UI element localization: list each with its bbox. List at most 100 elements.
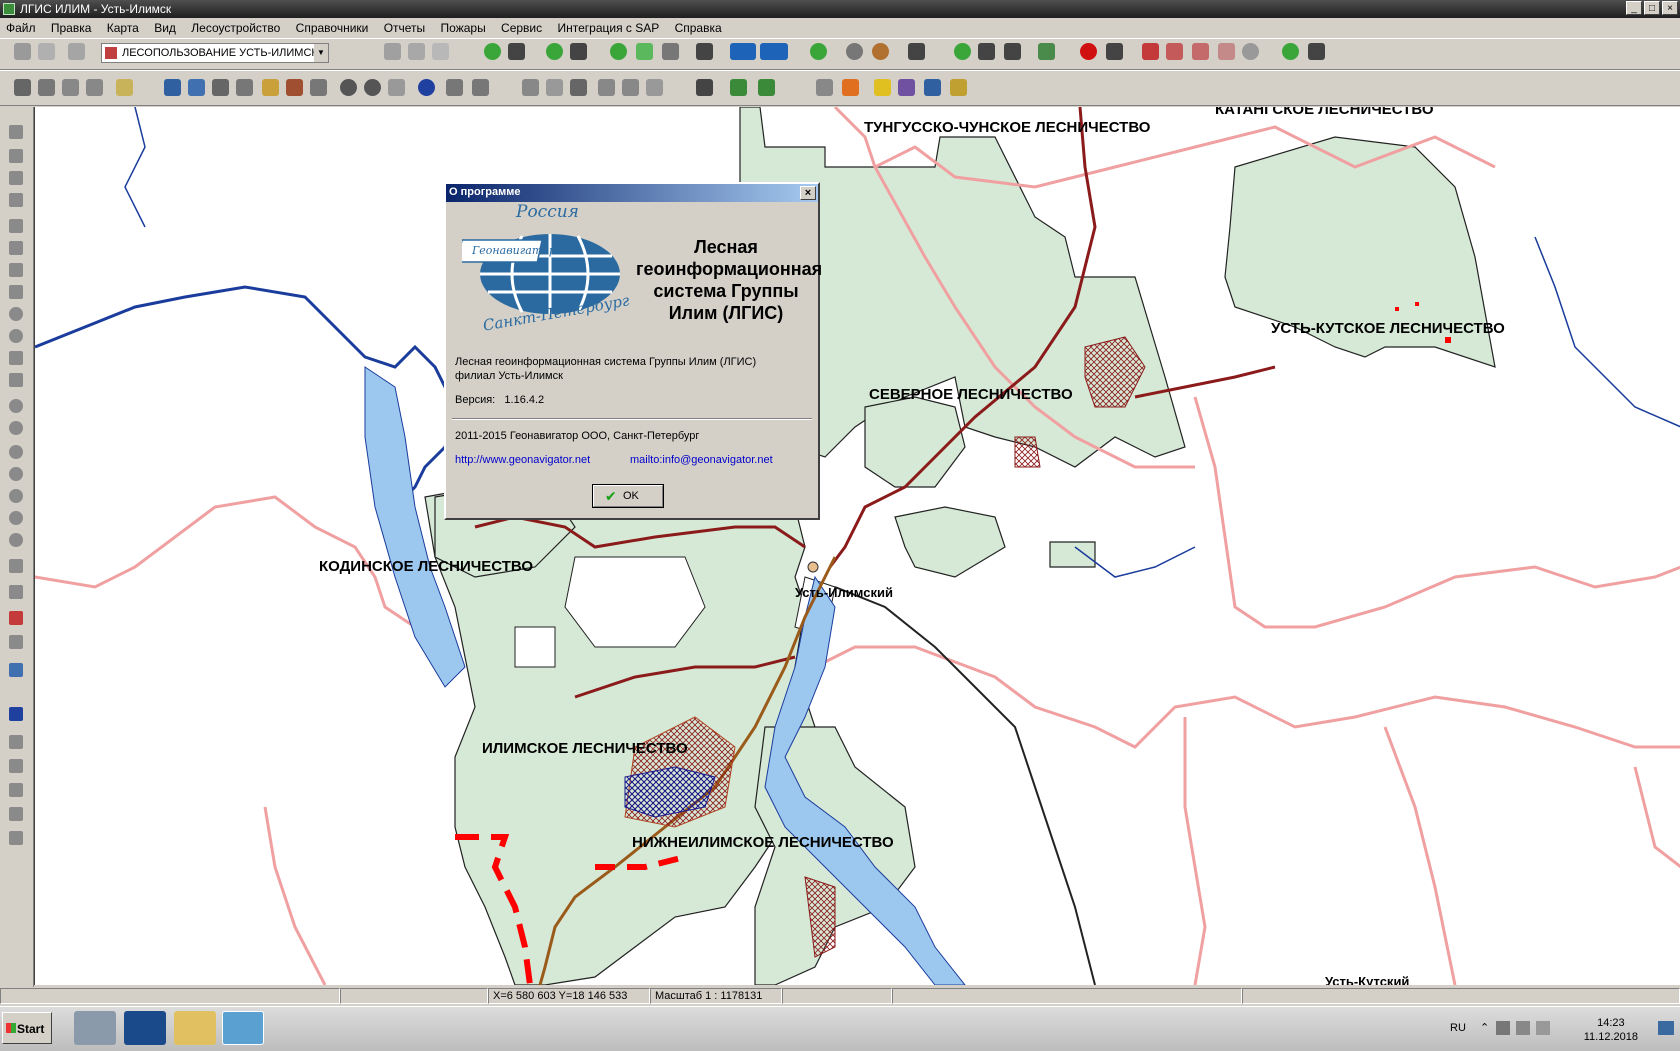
map-view[interactable]: ТУНГУССКО-ЧУНСКОЕ ЛЕСНИЧЕСТВО КАТАНГСКОЕ… bbox=[34, 107, 1680, 985]
draw-point-icon[interactable] bbox=[9, 219, 23, 233]
draw-filled-circle-icon[interactable] bbox=[9, 329, 23, 343]
draw-circle-icon[interactable] bbox=[9, 307, 23, 321]
show-desktop-icon[interactable] bbox=[1658, 1021, 1674, 1035]
undo-icon[interactable] bbox=[9, 585, 23, 599]
fire-flag-icon[interactable] bbox=[1142, 43, 1159, 60]
maximize-button[interactable]: □ bbox=[1644, 1, 1660, 15]
binoculars-icon[interactable] bbox=[696, 43, 713, 60]
draw-polygon-icon[interactable] bbox=[9, 351, 23, 365]
print-map-icon[interactable] bbox=[622, 79, 639, 96]
minimize-button[interactable]: _ bbox=[1626, 1, 1642, 15]
binoculars-icon[interactable] bbox=[508, 43, 525, 60]
copy-icon[interactable] bbox=[14, 43, 31, 60]
pen-icon[interactable] bbox=[9, 663, 23, 677]
chevron-down-icon[interactable]: ▼ bbox=[314, 44, 328, 62]
volume-muted-icon[interactable] bbox=[1536, 1021, 1550, 1035]
print-icon[interactable] bbox=[570, 79, 587, 96]
l-green-icon[interactable] bbox=[610, 43, 627, 60]
menu-references[interactable]: Справочники bbox=[290, 18, 375, 35]
select-arrow-icon[interactable] bbox=[14, 79, 31, 96]
k-green-icon[interactable] bbox=[546, 43, 563, 60]
d-green-icon[interactable] bbox=[954, 43, 971, 60]
move-icon[interactable] bbox=[9, 783, 23, 797]
binoculars-icon[interactable] bbox=[1004, 43, 1021, 60]
table-icon[interactable] bbox=[730, 79, 747, 96]
binoculars-icon[interactable] bbox=[978, 43, 995, 60]
language-indicator[interactable]: RU bbox=[1450, 1022, 1466, 1034]
clear-icon[interactable] bbox=[432, 43, 449, 60]
remove-vertex-icon[interactable] bbox=[9, 193, 23, 207]
layers-icon[interactable] bbox=[898, 79, 915, 96]
close-button[interactable]: × bbox=[1662, 1, 1678, 15]
fire-edit-icon[interactable] bbox=[1166, 43, 1183, 60]
reshape-icon[interactable] bbox=[9, 831, 23, 845]
bookmarks-icon[interactable] bbox=[286, 79, 303, 96]
intersect-icon[interactable] bbox=[9, 511, 23, 525]
add-vertex-icon[interactable] bbox=[9, 171, 23, 185]
menu-view[interactable]: Вид bbox=[148, 18, 182, 35]
clock[interactable]: 14:23 11.12.2018 bbox=[1584, 1016, 1638, 1044]
globe-icon[interactable] bbox=[846, 43, 863, 60]
v-green-icon[interactable] bbox=[810, 43, 827, 60]
fire-icon[interactable] bbox=[842, 79, 859, 96]
lasso-icon[interactable] bbox=[408, 43, 425, 60]
explorer-icon[interactable] bbox=[174, 1011, 216, 1045]
binoculars-icon[interactable] bbox=[1106, 43, 1123, 60]
website-link[interactable]: http://www.geonavigator.net bbox=[455, 454, 590, 466]
info-green-icon[interactable] bbox=[484, 43, 501, 60]
tray-arrow-icon[interactable]: ⌃ bbox=[1480, 1021, 1489, 1034]
properties-icon[interactable] bbox=[68, 43, 85, 60]
lgis-app-icon[interactable] bbox=[222, 1011, 264, 1045]
ok-button[interactable]: ✔ OK bbox=[592, 484, 664, 508]
menu-reports[interactable]: Отчеты bbox=[378, 18, 431, 35]
select-circle-icon[interactable] bbox=[62, 79, 79, 96]
select-rect-icon[interactable] bbox=[38, 79, 55, 96]
back-arrow-icon[interactable] bbox=[446, 79, 463, 96]
merge-icon[interactable] bbox=[9, 421, 23, 435]
split-icon[interactable] bbox=[9, 399, 23, 413]
geocode-icon[interactable] bbox=[924, 79, 941, 96]
binoculars-icon[interactable] bbox=[570, 43, 587, 60]
label-icon[interactable] bbox=[116, 79, 133, 96]
nodes-icon[interactable] bbox=[662, 43, 679, 60]
difference-icon[interactable] bbox=[9, 533, 23, 547]
key-icon[interactable] bbox=[262, 79, 279, 96]
search-icon[interactable] bbox=[950, 79, 967, 96]
p-green-icon[interactable] bbox=[1282, 43, 1299, 60]
menu-map[interactable]: Карта bbox=[101, 18, 145, 35]
draw-filled-rect-icon[interactable] bbox=[9, 285, 23, 299]
fire-line-icon[interactable] bbox=[9, 635, 23, 649]
filter-icon[interactable] bbox=[696, 79, 713, 96]
select-polygon-icon[interactable] bbox=[86, 79, 103, 96]
table-edit-icon[interactable] bbox=[758, 79, 775, 96]
menu-service[interactable]: Сервис bbox=[495, 18, 548, 35]
network-icon[interactable] bbox=[1496, 1021, 1510, 1035]
text-tool-icon[interactable] bbox=[9, 373, 23, 387]
scale-icon[interactable] bbox=[9, 807, 23, 821]
delete-icon[interactable] bbox=[9, 559, 23, 573]
menu-forest-management[interactable]: Лесоустройство bbox=[185, 18, 286, 35]
email-link[interactable]: mailto:info@geonavigator.net bbox=[630, 454, 773, 466]
nodes-icon[interactable] bbox=[9, 707, 23, 721]
server-manager-icon[interactable] bbox=[74, 1011, 116, 1045]
paste-icon[interactable] bbox=[38, 43, 55, 60]
menu-fires[interactable]: Пожары bbox=[435, 18, 492, 35]
print-layout-icon[interactable] bbox=[598, 79, 615, 96]
layer-select[interactable]: ЛЕСОПОЛЬЗОВАНИЕ УСТЬ-ИЛИМСК ▼ bbox=[101, 43, 329, 63]
fire-route-icon[interactable] bbox=[1192, 43, 1209, 60]
badge-icon[interactable] bbox=[872, 43, 889, 60]
draw-rect-icon[interactable] bbox=[9, 263, 23, 277]
sap-g-icon[interactable] bbox=[760, 43, 788, 60]
forward-arrow-icon[interactable] bbox=[472, 79, 489, 96]
print-preview-icon[interactable] bbox=[546, 79, 563, 96]
info-icon[interactable] bbox=[418, 79, 435, 96]
gear-icon[interactable] bbox=[1242, 43, 1259, 60]
line-tool-icon[interactable] bbox=[384, 43, 401, 60]
zoom-selection-icon[interactable] bbox=[212, 79, 229, 96]
draw-line-icon[interactable] bbox=[9, 241, 23, 255]
route-icon[interactable] bbox=[1038, 43, 1055, 60]
pan-hand-icon[interactable] bbox=[388, 79, 405, 96]
binoculars-icon[interactable] bbox=[1308, 43, 1325, 60]
display-icon[interactable] bbox=[1516, 1021, 1530, 1035]
vertex-select-icon[interactable] bbox=[9, 149, 23, 163]
